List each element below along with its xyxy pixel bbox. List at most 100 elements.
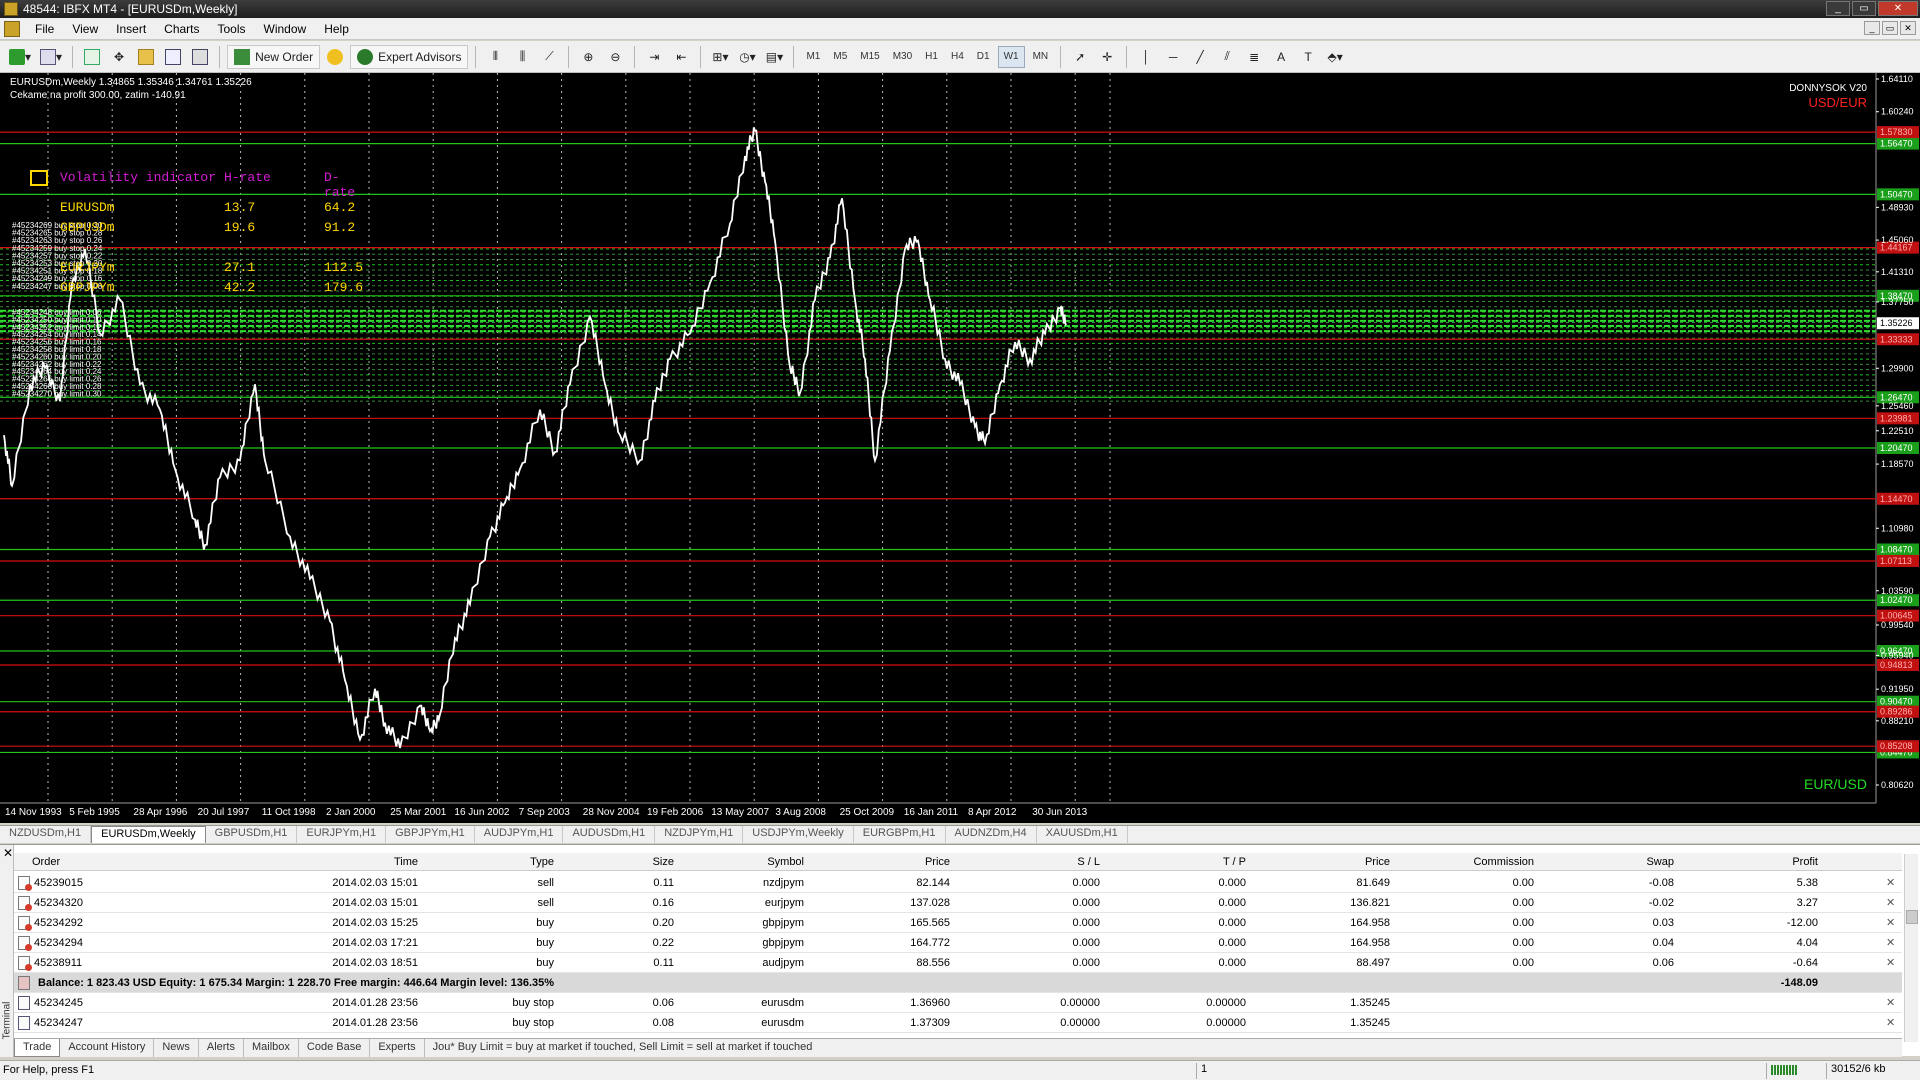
vertical-line-icon[interactable]: │: [1134, 45, 1158, 69]
timeframe-h4[interactable]: H4: [946, 46, 969, 68]
column-header[interactable]: Commission: [1454, 852, 1534, 872]
column-header[interactable]: S / L: [1020, 852, 1100, 872]
fibonacci-icon[interactable]: ≣: [1242, 45, 1266, 69]
terminal-tab[interactable]: Alerts: [199, 1039, 244, 1057]
text-icon[interactable]: A: [1269, 45, 1293, 69]
menu-window[interactable]: Window: [255, 22, 316, 36]
trendline-icon[interactable]: ╱: [1188, 45, 1212, 69]
terminal-tab[interactable]: Mailbox: [244, 1039, 299, 1057]
equidistant-channel-icon[interactable]: ⫽: [1215, 45, 1239, 69]
timeframe-h1[interactable]: H1: [920, 46, 943, 68]
column-header[interactable]: Price: [1310, 852, 1390, 872]
trade-row[interactable]: 45234294 2014.02.03 17:21 buy 0.22 gbpjpym 16…: [14, 933, 1902, 953]
mdi-restore-icon[interactable]: ▭: [1882, 21, 1898, 35]
pending-order-row[interactable]: 45234247 2014.01.28 23:56 buy stop 0.08 euru…: [14, 1013, 1902, 1033]
bar-chart-icon[interactable]: ⫴: [483, 45, 507, 69]
close-order-icon[interactable]: ✕: [1886, 993, 1900, 1013]
chart-tab[interactable]: AUDNZDm,H4: [946, 826, 1037, 843]
column-header[interactable]: Time: [338, 852, 418, 872]
terminal-tab[interactable]: Trade: [14, 1039, 61, 1057]
column-header[interactable]: Profit: [1738, 852, 1818, 872]
menu-insert[interactable]: Insert: [107, 22, 155, 36]
close-order-icon[interactable]: ✕: [1886, 933, 1900, 953]
templates-icon[interactable]: ▤▾: [762, 45, 786, 69]
minimize-icon[interactable]: _: [1826, 1, 1850, 16]
menu-file[interactable]: File: [26, 22, 63, 36]
chart-shift-icon[interactable]: ⇤: [669, 45, 693, 69]
scrollbar-thumb[interactable]: [1906, 910, 1918, 924]
timeframe-w1[interactable]: W1: [997, 45, 1025, 68]
terminal-tab[interactable]: Experts: [370, 1039, 425, 1057]
close-order-icon[interactable]: ✕: [1886, 1013, 1900, 1033]
chart-tab[interactable]: EURGBPm,H1: [854, 826, 946, 843]
line-chart-icon[interactable]: ⟋: [537, 45, 561, 69]
mdi-close-icon[interactable]: ✕: [1900, 21, 1916, 35]
column-header[interactable]: Type: [474, 852, 554, 872]
timeframe-d1[interactable]: D1: [972, 46, 995, 68]
menu-charts[interactable]: Charts: [155, 22, 208, 36]
periods-icon[interactable]: ◷▾: [735, 45, 759, 69]
crosshair-icon[interactable]: ✛: [1095, 45, 1119, 69]
auto-scroll-icon[interactable]: ⇥: [642, 45, 666, 69]
chart-tab[interactable]: EURUSDm,Weekly: [91, 826, 206, 843]
timeframe-m1[interactable]: M1: [801, 46, 825, 68]
mdi-minimize-icon[interactable]: _: [1864, 21, 1880, 35]
chart-window[interactable]: 14 Nov 1993 5 Feb 1995 28 Apr 1996 20 Jul 1…: [0, 73, 1920, 823]
menu-help[interactable]: Help: [315, 22, 358, 36]
chart-tab[interactable]: NZDJPYm,H1: [655, 826, 744, 843]
column-header[interactable]: Price: [870, 852, 950, 872]
terminal-close-icon[interactable]: ✕: [3, 846, 13, 860]
column-header[interactable]: Swap: [1594, 852, 1674, 872]
metaeditor-icon[interactable]: [323, 45, 347, 69]
chart-tab[interactable]: EURJPYm,H1: [297, 826, 387, 843]
new-chart-icon[interactable]: ▾: [6, 45, 34, 69]
restore-icon[interactable]: ▭: [1852, 1, 1876, 16]
horizontal-line-icon[interactable]: ─: [1161, 45, 1185, 69]
cursor-icon[interactable]: ➚: [1068, 45, 1092, 69]
chart-tab[interactable]: NZDUSDm,H1: [0, 826, 92, 843]
menu-view[interactable]: View: [63, 22, 107, 36]
pending-order-row[interactable]: 45234245 2014.01.28 23:56 buy stop 0.06 euru…: [14, 993, 1902, 1013]
candlestick-icon[interactable]: ⫼: [510, 45, 534, 69]
close-order-icon[interactable]: ✕: [1886, 953, 1900, 973]
indicators-icon[interactable]: ⊞▾: [708, 45, 732, 69]
column-header[interactable]: Order: [32, 852, 60, 872]
timeframe-m30[interactable]: M30: [888, 46, 917, 68]
market-watch-icon[interactable]: [80, 45, 104, 69]
text-label-icon[interactable]: T: [1296, 45, 1320, 69]
chart-tab[interactable]: AUDUSDm,H1: [563, 826, 656, 843]
close-order-icon[interactable]: ✕: [1886, 873, 1900, 893]
new-order-button[interactable]: New Order: [227, 44, 321, 69]
zoom-out-icon[interactable]: ⊖: [603, 45, 627, 69]
terminal-tab[interactable]: Account History: [60, 1039, 155, 1057]
terminal-tab[interactable]: Code Base: [299, 1039, 371, 1057]
close-order-icon[interactable]: ✕: [1886, 913, 1900, 933]
timeframe-m5[interactable]: M5: [828, 46, 852, 68]
terminal-icon[interactable]: [161, 45, 185, 69]
terminal-scrollbar[interactable]: [1904, 854, 1918, 1042]
column-header[interactable]: Symbol: [724, 852, 804, 872]
arrows-icon[interactable]: ⬘▾: [1323, 45, 1347, 69]
trade-row[interactable]: 45239015 2014.02.03 15:01 sell 0.11 nzdjpym 8…: [14, 873, 1902, 893]
chart-tab[interactable]: XAUUSDm,H1: [1037, 826, 1128, 843]
timeframe-mn[interactable]: MN: [1028, 46, 1054, 68]
strategy-tester-icon[interactable]: [188, 45, 212, 69]
close-icon[interactable]: ✕: [1878, 1, 1918, 16]
chart-tab[interactable]: GBPUSDm,H1: [206, 826, 298, 843]
chart-tab[interactable]: GBPJPYm,H1: [386, 826, 475, 843]
chart-tab[interactable]: USDJPYm,Weekly: [743, 826, 854, 843]
profiles-icon[interactable]: ▾: [37, 45, 65, 69]
trade-row[interactable]: 45234320 2014.02.03 15:01 sell 0.16 eurjpym 1…: [14, 893, 1902, 913]
column-header[interactable]: T / P: [1166, 852, 1246, 872]
trade-row[interactable]: 45238911 2014.02.03 18:51 buy 0.11 audjpym 88…: [14, 953, 1902, 973]
column-header[interactable]: Size: [594, 852, 674, 872]
chart-window-icon[interactable]: [4, 20, 20, 37]
chart-tab[interactable]: AUDJPYm,H1: [475, 826, 564, 843]
data-window-icon[interactable]: ✥: [107, 45, 131, 69]
terminal-tab[interactable]: News: [154, 1039, 199, 1057]
expert-advisors-button[interactable]: Expert Advisors: [350, 44, 469, 69]
menu-tools[interactable]: Tools: [209, 22, 255, 36]
trade-row[interactable]: 45234292 2014.02.03 15:25 buy 0.20 gbpjpym 16…: [14, 913, 1902, 933]
zoom-in-icon[interactable]: ⊕: [576, 45, 600, 69]
timeframe-m15[interactable]: M15: [855, 46, 884, 68]
